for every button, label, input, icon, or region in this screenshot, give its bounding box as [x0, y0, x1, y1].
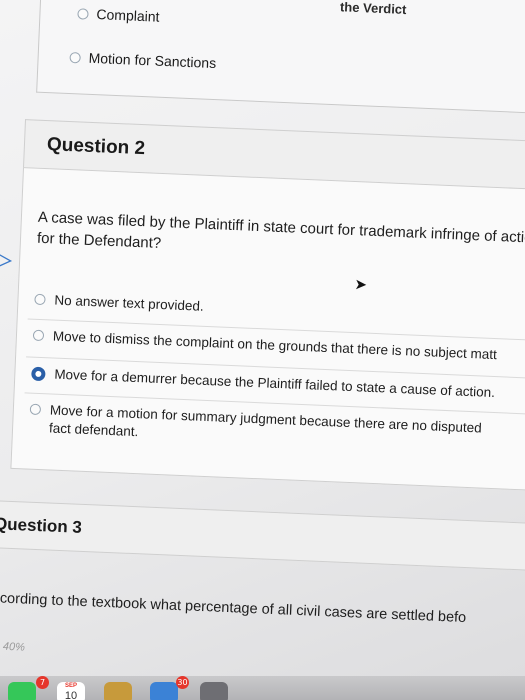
flag-question-icon[interactable]: ▷ — [0, 243, 15, 274]
question-2-text: A case was filed by the Plaintiff in sta… — [36, 208, 525, 252]
question-3-title: Question 3 — [0, 514, 83, 537]
notification-badge: 30 — [176, 676, 189, 689]
screen: the Verdict Complaint Motion for Sanctio… — [0, 0, 525, 700]
radio-icon[interactable] — [34, 293, 46, 306]
notes-app-icon[interactable] — [104, 682, 132, 700]
calendar-app-icon[interactable]: SEP 10 — [57, 682, 85, 700]
answer-option-1[interactable]: No answer text provided. — [34, 291, 525, 331]
radio-icon[interactable] — [77, 7, 89, 20]
radio-icon[interactable] — [32, 329, 45, 342]
app-icon[interactable] — [150, 682, 178, 700]
question-2-body: A case was filed by the Plaintiff in sta… — [10, 167, 525, 491]
radio-icon[interactable] — [69, 51, 81, 63]
question-3-answer-remnant[interactable]: 40% — [3, 641, 26, 654]
messages-app-icon[interactable] — [8, 682, 36, 700]
radio-selected-icon[interactable] — [31, 366, 46, 382]
q1-option-complaint[interactable]: Complaint — [77, 5, 160, 25]
notification-badge: 7 — [36, 676, 49, 689]
calendar-month: SEP — [64, 683, 77, 689]
question-3-header: Question 3 — [0, 499, 525, 571]
question-1-header-remnant: the Verdict — [339, 0, 407, 18]
answer-label: No answer text provided. — [54, 292, 204, 314]
app-icon[interactable] — [200, 682, 228, 700]
calendar-day: 10 — [64, 690, 78, 700]
quiz-page: the Verdict Complaint Motion for Sanctio… — [0, 0, 525, 700]
question-2-title: Question 2 — [46, 134, 146, 160]
radio-icon[interactable] — [29, 403, 42, 416]
answer-label: Move to dismiss the complaint on the gro… — [52, 328, 498, 363]
q1-option-label: Complaint — [96, 6, 160, 25]
dock: 7 SEP 10 30 — [0, 676, 525, 700]
answer-option-3[interactable]: Move for a demurrer because the Plaintif… — [31, 365, 525, 405]
question-3-text: According to the textbook what percentag… — [0, 589, 467, 627]
mouse-cursor-icon: ➤ — [354, 276, 368, 294]
